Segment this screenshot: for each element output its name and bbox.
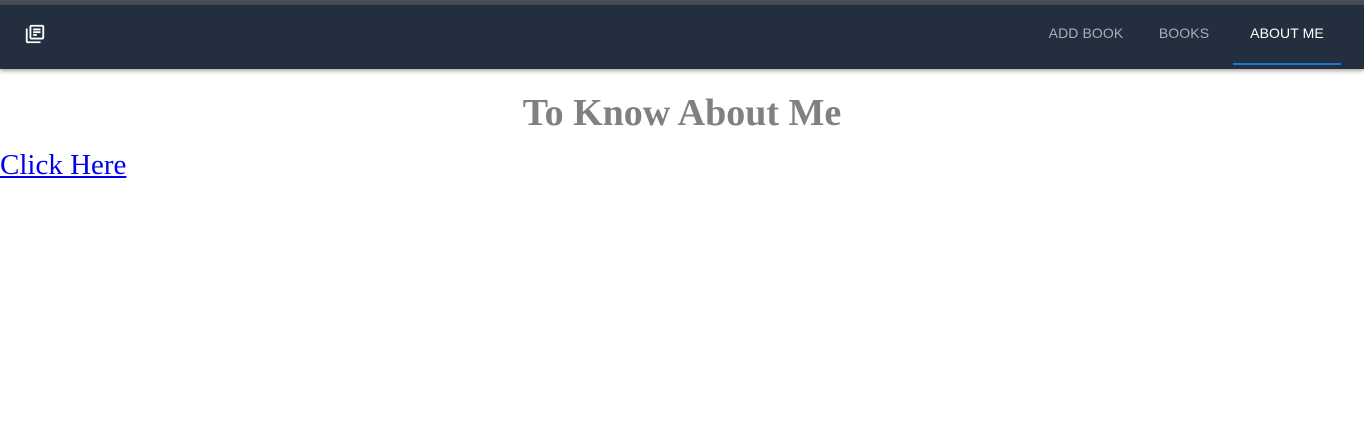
tab-about-me[interactable]: ABOUT ME: [1233, 5, 1341, 65]
active-tab-indicator: [1233, 63, 1341, 65]
tab-about-me-label: ABOUT ME: [1250, 25, 1324, 41]
page-title: To Know About Me: [522, 92, 842, 134]
tab-books-label: BOOKS: [1158, 25, 1210, 41]
click-here-link[interactable]: Click Here: [0, 148, 126, 182]
tab-add-book[interactable]: ADD BOOK: [1035, 5, 1137, 61]
tab-books[interactable]: BOOKS: [1147, 5, 1221, 61]
library-books-icon-glyph: [25, 24, 45, 44]
library-books-icon[interactable]: [24, 23, 46, 45]
tab-add-book-label: ADD BOOK: [1048, 25, 1124, 41]
nav-tabs: ADD BOOK BOOKS ABOUT ME: [1035, 5, 1341, 69]
main-content: To Know About Me Click Here: [0, 89, 1364, 182]
top-navbar: ADD BOOK BOOKS ABOUT ME: [0, 5, 1364, 69]
